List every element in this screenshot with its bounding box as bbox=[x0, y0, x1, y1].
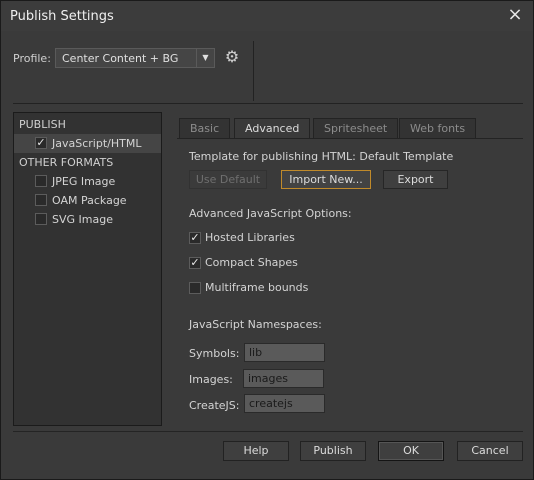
close-icon[interactable]: × bbox=[505, 5, 525, 25]
profile-label: Profile: bbox=[13, 52, 51, 65]
svg-checkbox[interactable] bbox=[35, 213, 47, 225]
profile-value: Center Content + BG bbox=[62, 52, 179, 65]
formats-panel: PUBLISH ✓ JavaScript/HTML OTHER FORMATS … bbox=[13, 112, 162, 426]
profile-dropdown[interactable]: Center Content + BG ▼ bbox=[55, 48, 215, 68]
format-label: OAM Package bbox=[52, 194, 127, 207]
multiframe-bounds-label: Multiframe bounds bbox=[205, 281, 309, 294]
vertical-divider bbox=[253, 41, 254, 101]
images-label: Images: bbox=[189, 373, 233, 386]
compact-shapes-checkbox[interactable]: ✓ bbox=[189, 257, 201, 269]
createjs-label: CreateJS: bbox=[189, 399, 240, 412]
format-label: SVG Image bbox=[52, 213, 113, 226]
help-button[interactable]: Help bbox=[223, 441, 289, 461]
symbols-field[interactable]: lib bbox=[244, 343, 325, 362]
ok-button[interactable]: OK bbox=[378, 441, 444, 461]
publish-button[interactable]: Publish bbox=[300, 441, 366, 461]
hosted-libraries-label: Hosted Libraries bbox=[205, 231, 295, 244]
format-jpeg[interactable]: JPEG Image bbox=[14, 172, 161, 191]
format-svg[interactable]: SVG Image bbox=[14, 210, 161, 229]
tab-spritesheet[interactable]: Spritesheet bbox=[313, 118, 399, 138]
namespaces-heading: JavaScript Namespaces: bbox=[189, 318, 322, 331]
format-label: JPEG Image bbox=[52, 175, 116, 188]
multiframe-bounds-checkbox[interactable] bbox=[189, 282, 201, 294]
js-options-heading: Advanced JavaScript Options: bbox=[189, 207, 352, 220]
images-field[interactable]: images bbox=[243, 369, 324, 388]
format-oam[interactable]: OAM Package bbox=[14, 191, 161, 210]
symbols-label: Symbols: bbox=[189, 347, 240, 360]
use-default-button[interactable]: Use Default bbox=[189, 170, 267, 189]
tab-web-fonts[interactable]: Web fonts bbox=[399, 118, 477, 138]
title-bar: Publish Settings × bbox=[1, 1, 533, 31]
window-title: Publish Settings bbox=[10, 9, 114, 24]
tab-advanced[interactable]: Advanced bbox=[234, 118, 311, 139]
chevron-down-icon: ▼ bbox=[196, 49, 214, 67]
horizontal-divider bbox=[13, 103, 523, 104]
footer-divider bbox=[13, 431, 523, 432]
createjs-field[interactable]: createjs bbox=[244, 394, 325, 413]
section-other-formats: OTHER FORMATS bbox=[19, 156, 114, 169]
format-javascript-html[interactable]: ✓ JavaScript/HTML bbox=[14, 134, 161, 153]
gear-icon[interactable]: ⚙ bbox=[222, 48, 242, 68]
import-new-button[interactable]: Import New... bbox=[281, 170, 371, 189]
compact-shapes-label: Compact Shapes bbox=[205, 256, 298, 269]
jpeg-checkbox[interactable] bbox=[35, 175, 47, 187]
cancel-button[interactable]: Cancel bbox=[457, 441, 523, 461]
tab-basic[interactable]: Basic bbox=[179, 118, 231, 138]
javascript-html-checkbox[interactable]: ✓ bbox=[35, 137, 47, 149]
hosted-libraries-checkbox[interactable]: ✓ bbox=[189, 232, 201, 244]
publish-settings-dialog: Publish Settings × Profile: Center Conte… bbox=[0, 0, 534, 480]
section-publish: PUBLISH bbox=[19, 118, 66, 131]
template-label: Template for publishing HTML: Default Te… bbox=[189, 150, 454, 163]
format-label: JavaScript/HTML bbox=[52, 137, 142, 150]
export-button[interactable]: Export bbox=[383, 170, 448, 189]
oam-checkbox[interactable] bbox=[35, 194, 47, 206]
tab-underline bbox=[177, 138, 523, 139]
